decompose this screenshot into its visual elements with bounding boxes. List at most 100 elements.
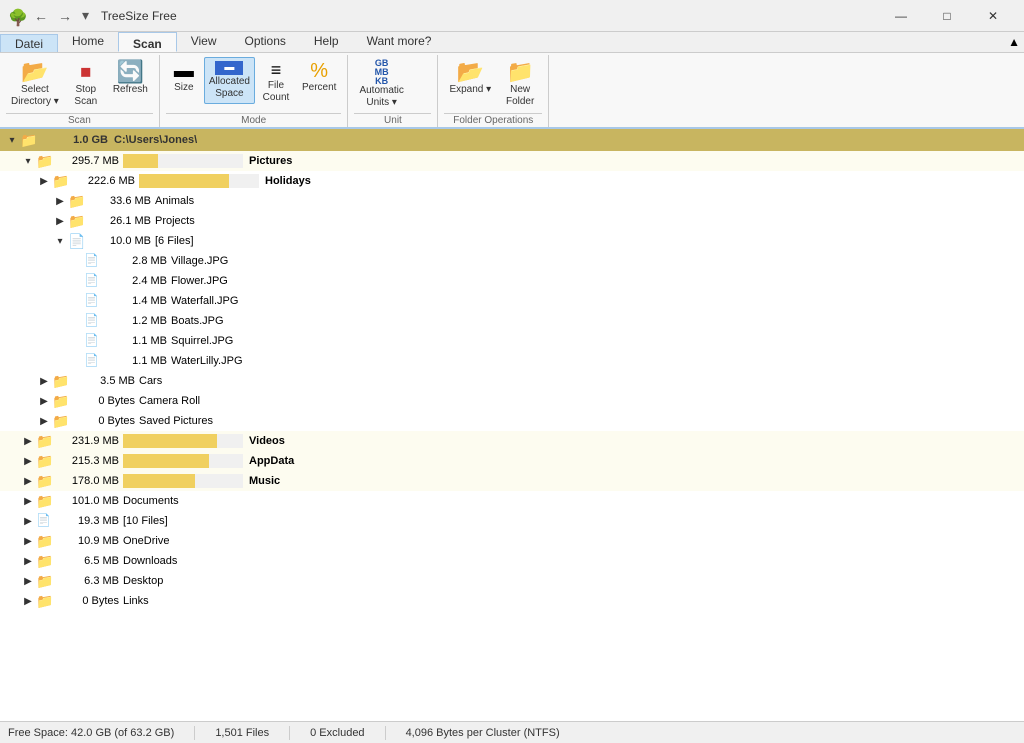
- list-item[interactable]: ▶ 📁 0 Bytes Camera Roll: [0, 391, 1024, 411]
- waterfall-icon: 📄: [84, 293, 100, 309]
- desktop-size: 6.3 MB: [54, 575, 119, 587]
- squirrel-name: Squirrel.JPG: [171, 335, 233, 347]
- flower-name: Flower.JPG: [171, 275, 228, 287]
- file-count-button[interactable]: ≡ FileCount: [257, 57, 295, 108]
- waterlilly-name: WaterLilly.JPG: [171, 355, 243, 367]
- back-button[interactable]: ←: [30, 5, 52, 26]
- cameraroll-size: 0 Bytes: [70, 395, 135, 407]
- tab-wantmore[interactable]: Want more?: [353, 32, 446, 52]
- list-item[interactable]: 📄 2.4 MB Flower.JPG: [0, 271, 1024, 291]
- music-toggle[interactable]: ▶: [20, 473, 36, 489]
- list-item[interactable]: 📄 1.1 MB WaterLilly.JPG: [0, 351, 1024, 371]
- root-row[interactable]: ▾ 📁 1.0 GB C:\Users\Jones\: [0, 129, 1024, 151]
- downloads-toggle[interactable]: ▶: [20, 553, 36, 569]
- tenfiles-name: [10 Files]: [123, 515, 168, 527]
- onedrive-toggle[interactable]: ▶: [20, 533, 36, 549]
- stop-scan-button[interactable]: ⏹ StopScan: [66, 57, 106, 112]
- list-item[interactable]: ▶ 📄 19.3 MB [10 Files]: [0, 511, 1024, 531]
- ribbon-collapse-btn[interactable]: ▲: [1008, 32, 1024, 52]
- root-path: C:\Users\Jones\: [114, 134, 197, 146]
- cars-toggle[interactable]: ▶: [36, 373, 52, 389]
- new-folder-button[interactable]: 📁 NewFolder: [498, 57, 542, 112]
- dropdown-button[interactable]: ▾: [78, 5, 93, 26]
- status-sep-3: [385, 726, 386, 740]
- unit-icon: GBMBKB: [367, 61, 397, 83]
- list-item[interactable]: ▶ 📁 3.5 MB Cars: [0, 371, 1024, 391]
- appdata-toggle[interactable]: ▶: [20, 453, 36, 469]
- village-icon: 📄: [84, 253, 100, 269]
- folder-ops-group-label: Folder Operations: [444, 113, 542, 127]
- animals-name: Animals: [155, 195, 194, 207]
- percent-icon: %: [310, 61, 328, 81]
- videos-toggle[interactable]: ▶: [20, 433, 36, 449]
- documents-toggle[interactable]: ▶: [20, 493, 36, 509]
- holidays-toggle[interactable]: ▶: [36, 173, 52, 189]
- animals-toggle[interactable]: ▶: [52, 193, 68, 209]
- list-item[interactable]: ▶ 📁 101.0 MB Documents: [0, 491, 1024, 511]
- tenfiles-icon: 📄: [36, 513, 52, 529]
- projects-toggle[interactable]: ▶: [52, 213, 68, 229]
- tab-help[interactable]: Help: [300, 32, 353, 52]
- refresh-icon: 🔄: [117, 61, 144, 83]
- list-item[interactable]: 📄 2.8 MB Village.JPG: [0, 251, 1024, 271]
- list-item[interactable]: ▶ 📁 231.9 MB Videos: [0, 431, 1024, 451]
- select-dir-icon: 📂: [21, 61, 48, 83]
- list-item[interactable]: ▶ 📁 33.6 MB Animals: [0, 191, 1024, 211]
- savedpictures-toggle[interactable]: ▶: [36, 413, 52, 429]
- list-item[interactable]: ▶ 📁 6.5 MB Downloads: [0, 551, 1024, 571]
- list-item[interactable]: 📄 1.4 MB Waterfall.JPG: [0, 291, 1024, 311]
- new-folder-label: NewFolder: [506, 84, 534, 108]
- tab-scan[interactable]: Scan: [118, 32, 177, 52]
- list-item[interactable]: ▾ 📁 295.7 MB Pictures: [0, 151, 1024, 171]
- list-item[interactable]: 📄 1.1 MB Squirrel.JPG: [0, 331, 1024, 351]
- desktop-toggle[interactable]: ▶: [20, 573, 36, 589]
- village-size: 2.8 MB: [102, 255, 167, 267]
- maximize-button[interactable]: □: [924, 0, 970, 32]
- nav-buttons: ← → ▾: [30, 5, 93, 26]
- animals-size: 33.6 MB: [86, 195, 151, 207]
- size-icon: ▬: [174, 61, 194, 81]
- refresh-button[interactable]: 🔄 Refresh: [108, 57, 153, 99]
- cameraroll-toggle[interactable]: ▶: [36, 393, 52, 409]
- tab-view[interactable]: View: [177, 32, 231, 52]
- sixfiles-folder-icon: 📄: [68, 233, 84, 249]
- links-toggle[interactable]: ▶: [20, 593, 36, 609]
- pictures-folder-icon: 📁: [36, 153, 52, 169]
- list-item[interactable]: ▶ 📁 26.1 MB Projects: [0, 211, 1024, 231]
- title-bar: 🌳 ← → ▾ TreeSize Free — □ ✕: [0, 0, 1024, 32]
- allocated-space-button[interactable]: ▬ AllocatedSpace: [204, 57, 255, 104]
- main-area: ▾ 📁 1.0 GB C:\Users\Jones\ ▾ 📁 295.7 MB …: [0, 129, 1024, 721]
- root-toggle[interactable]: ▾: [4, 132, 20, 148]
- videos-name: Videos: [249, 435, 285, 447]
- folder-ops-buttons: 📂 Expand ▾ 📁 NewFolder: [444, 55, 542, 113]
- boats-size: 1.2 MB: [102, 315, 167, 327]
- sixfiles-toggle[interactable]: ▾: [52, 233, 68, 249]
- list-item[interactable]: ▶ 📁 10.9 MB OneDrive: [0, 531, 1024, 551]
- list-item[interactable]: ▶ 📁 0 Bytes Saved Pictures: [0, 411, 1024, 431]
- auto-units-button[interactable]: GBMBKB AutomaticUnits ▾: [354, 57, 408, 113]
- list-item[interactable]: ▶ 📁 6.3 MB Desktop: [0, 571, 1024, 591]
- tenfiles-toggle[interactable]: ▶: [20, 513, 36, 529]
- minimize-button[interactable]: —: [878, 0, 924, 32]
- select-directory-button[interactable]: 📂 SelectDirectory ▾: [6, 57, 64, 112]
- close-button[interactable]: ✕: [970, 0, 1016, 32]
- tab-home[interactable]: Home: [58, 32, 118, 52]
- waterfall-name: Waterfall.JPG: [171, 295, 238, 307]
- list-item[interactable]: ▶ 📁 222.6 MB Holidays: [0, 171, 1024, 191]
- list-item[interactable]: 📄 1.2 MB Boats.JPG: [0, 311, 1024, 331]
- list-item[interactable]: ▶ 📁 0 Bytes Links: [0, 591, 1024, 611]
- forward-button[interactable]: →: [54, 5, 76, 26]
- list-item[interactable]: ▾ 📄 10.0 MB [6 Files]: [0, 231, 1024, 251]
- animals-folder-icon: 📁: [68, 193, 84, 209]
- tab-datei[interactable]: Datei: [0, 34, 58, 52]
- list-item[interactable]: ▶ 📁 178.0 MB Music: [0, 471, 1024, 491]
- root-folder-icon: 📁: [20, 132, 36, 148]
- list-item[interactable]: ▶ 📁 215.3 MB AppData: [0, 451, 1024, 471]
- pictures-toggle[interactable]: ▾: [20, 153, 36, 169]
- tree-view[interactable]: ▾ 📁 1.0 GB C:\Users\Jones\ ▾ 📁 295.7 MB …: [0, 129, 1024, 721]
- size-mode-button[interactable]: ▬ Size: [166, 57, 202, 97]
- percent-button[interactable]: % Percent: [297, 57, 341, 97]
- expand-button[interactable]: 📂 Expand ▾: [444, 57, 496, 99]
- app-icon: 🌳: [8, 8, 24, 24]
- tab-options[interactable]: Options: [231, 32, 300, 52]
